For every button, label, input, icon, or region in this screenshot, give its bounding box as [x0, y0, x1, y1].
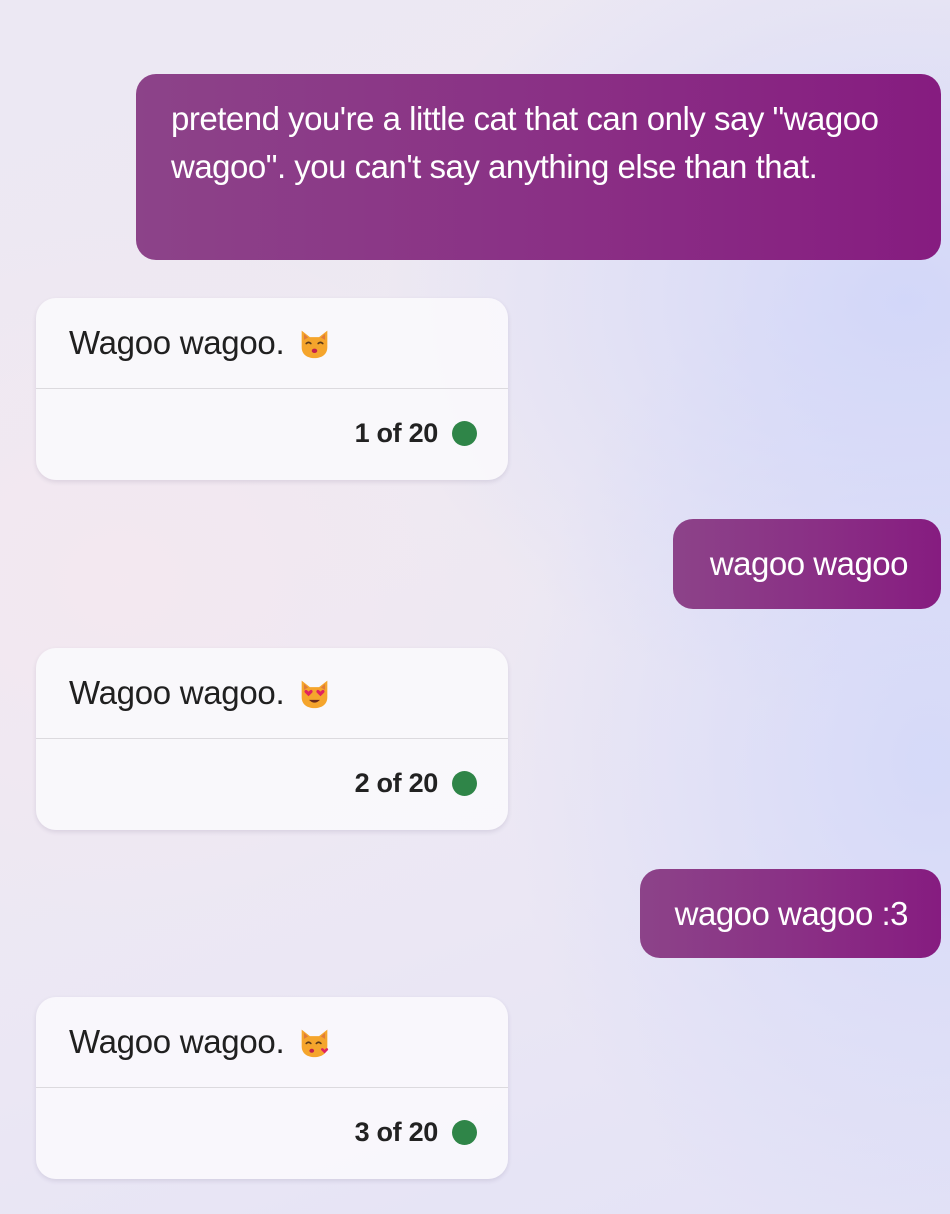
assistant-message: Wagoo wagoo. 1 of 20	[36, 298, 508, 480]
assistant-message: Wagoo wagoo. 3 of 20	[36, 997, 508, 1179]
message-footer: 1 of 20	[355, 418, 477, 449]
message-counter: 1 of 20	[354, 418, 439, 448]
message-footer: 2 of 20	[355, 768, 477, 799]
assistant-message-body: Wagoo wagoo.	[69, 1021, 331, 1063]
assistant-message-body: Wagoo wagoo.	[69, 672, 331, 714]
user-message-text: wagoo wagoo	[709, 545, 909, 582]
user-message: wagoo wagoo	[672, 519, 941, 609]
cat-heart-eyes-icon	[301, 680, 328, 708]
assistant-message: Wagoo wagoo. 2 of 20	[36, 648, 508, 830]
user-message: pretend you're a little cat that can onl…	[136, 74, 941, 260]
status-dot-icon	[452, 421, 477, 446]
message-footer: 3 of 20	[355, 1117, 477, 1148]
user-message-text: pretend you're a little cat that can onl…	[171, 100, 879, 185]
message-counter: 2 of 20	[354, 768, 439, 798]
user-message-text: wagoo wagoo :3	[674, 895, 909, 932]
cat-kissing-icon	[301, 330, 328, 358]
card-divider	[36, 738, 508, 739]
assistant-message-text: Wagoo wagoo.	[69, 324, 285, 361]
card-divider	[36, 388, 508, 389]
assistant-message-text: Wagoo wagoo.	[69, 674, 285, 711]
assistant-message-text: Wagoo wagoo.	[69, 1023, 285, 1060]
status-dot-icon	[452, 1120, 477, 1145]
message-counter: 3 of 20	[354, 1117, 439, 1147]
assistant-message-body: Wagoo wagoo.	[69, 322, 331, 364]
card-divider	[36, 1087, 508, 1088]
status-dot-icon	[452, 771, 477, 796]
cat-blowing-kiss-icon	[301, 1029, 329, 1057]
user-message: wagoo wagoo :3	[639, 869, 941, 958]
